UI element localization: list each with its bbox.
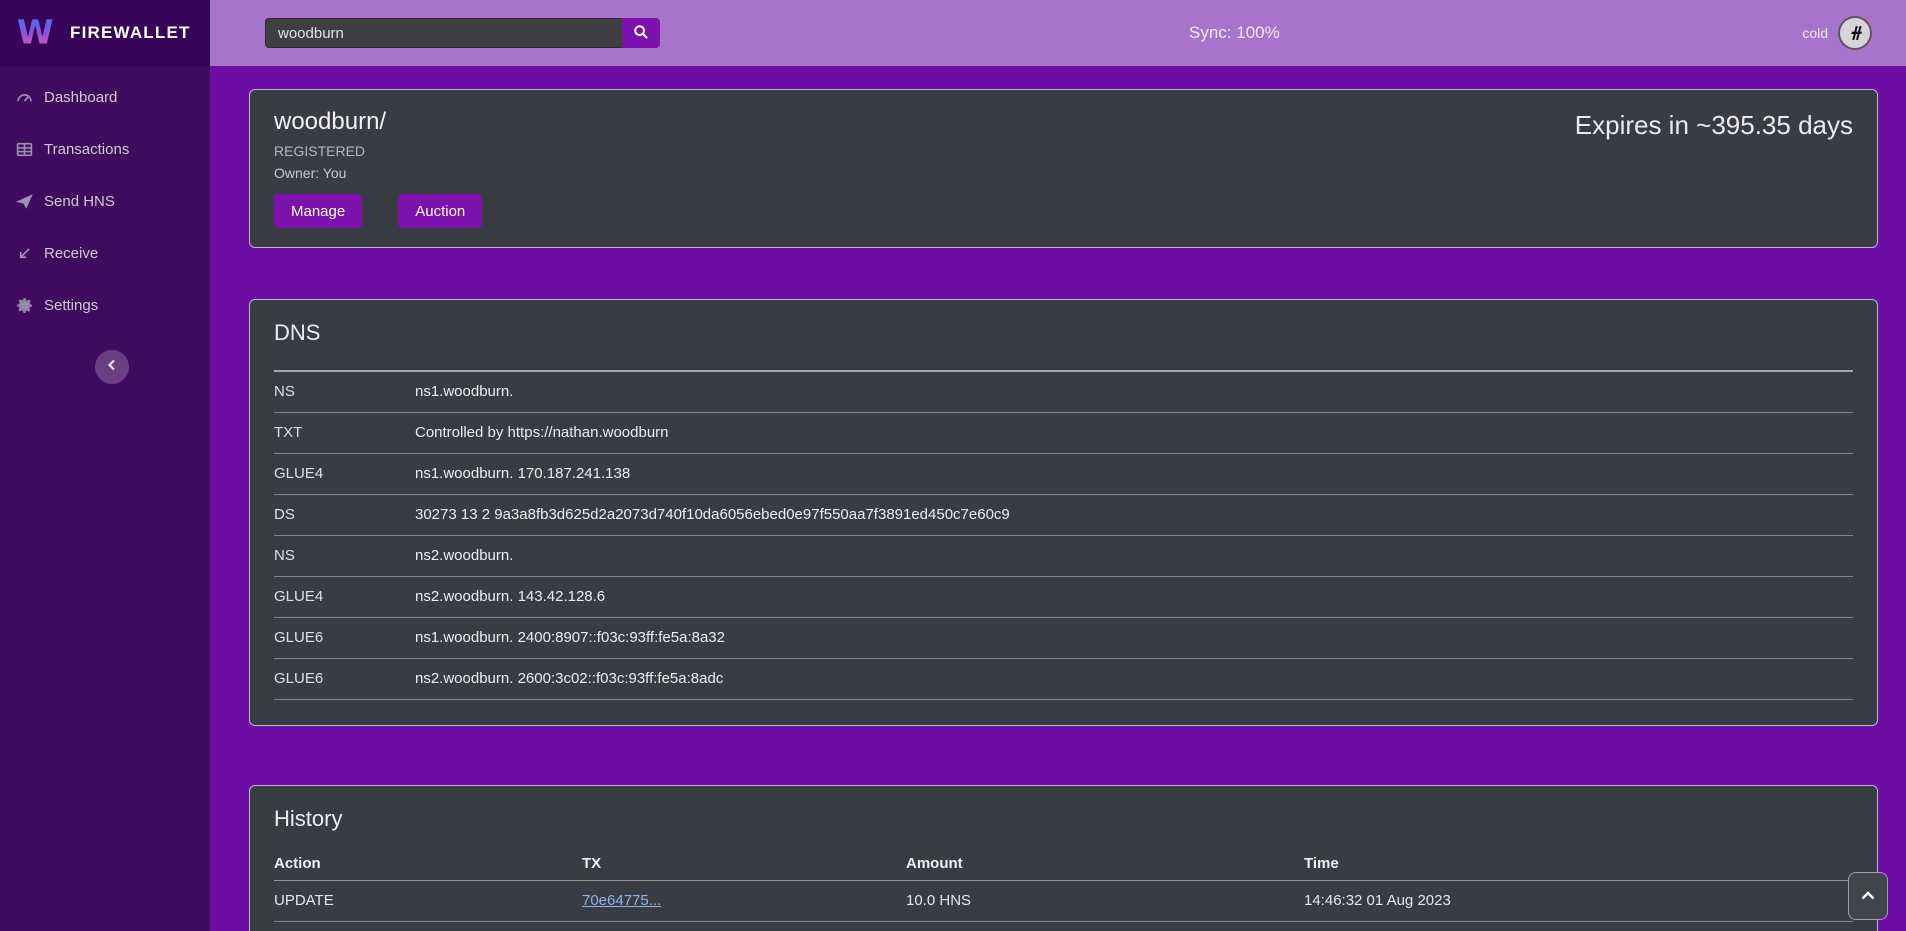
sync-status: Sync: 100% — [1189, 23, 1280, 43]
dns-record-type: GLUE4 — [274, 576, 415, 617]
history-table: Action TX Amount Time UPDATE 70e64775...… — [274, 848, 1853, 931]
history-col-tx: TX — [582, 848, 906, 880]
wallet-name: cold — [1802, 25, 1828, 41]
history-row: UPDATE 70e64775... 10.0 HNS 14:46:32 01 … — [274, 880, 1853, 921]
chevron-up-icon — [1861, 889, 1875, 904]
sidebar-nav: Dashboard Transactions Send HNS — [0, 66, 210, 327]
search-button[interactable] — [622, 18, 660, 48]
main-area: Sync: 100% cold woodburn/ REGISTERED Own… — [210, 0, 1906, 931]
topbar: Sync: 100% cold — [210, 0, 1906, 66]
sidebar-item-label: Transactions — [44, 141, 129, 158]
history-header-row: Action TX Amount Time — [274, 848, 1853, 880]
chevron-left-icon — [106, 358, 118, 376]
history-col-time: Time — [1304, 848, 1853, 880]
dns-record-row: TXT Controlled by https://nathan.woodbur… — [274, 412, 1853, 453]
svg-text:W: W — [17, 12, 54, 51]
dns-record-value: Controlled by https://nathan.woodburn — [415, 412, 1853, 453]
history-action: RENEW — [274, 921, 582, 931]
dns-record-type: GLUE6 — [274, 658, 415, 699]
domain-status: REGISTERED — [274, 143, 1853, 159]
table-icon — [16, 141, 33, 158]
dns-record-row: GLUE4 ns2.woodburn. 143.42.128.6 — [274, 576, 1853, 617]
sidebar-item-label: Dashboard — [44, 89, 117, 106]
dns-record-type: GLUE4 — [274, 453, 415, 494]
paper-plane-icon — [16, 193, 33, 210]
dns-record-row: NS ns1.woodburn. — [274, 371, 1853, 412]
dns-table: NS ns1.woodburn. TXT Controlled by https… — [274, 370, 1853, 700]
sidebar-item-dashboard[interactable]: Dashboard — [0, 76, 210, 119]
dns-record-value: ns1.woodburn. — [415, 371, 1853, 412]
domain-actions: Manage Auction — [274, 194, 1853, 228]
firewallet-logo: W — [16, 10, 58, 57]
dns-record-type: NS — [274, 371, 415, 412]
handshake-logo-icon[interactable] — [1838, 16, 1872, 50]
dns-record-type: DS — [274, 494, 415, 535]
history-col-action: Action — [274, 848, 582, 880]
sidebar-item-label: Send HNS — [44, 193, 115, 210]
sidebar-collapse-button[interactable] — [95, 350, 129, 384]
dns-record-row: NS ns2.woodburn. — [274, 535, 1853, 576]
search-input[interactable] — [265, 18, 622, 48]
sidebar-item-settings[interactable]: Settings — [0, 284, 210, 327]
dns-record-value: ns2.woodburn. 2600:3c02::f03c:93ff:fe5a:… — [415, 658, 1853, 699]
manage-button[interactable]: Manage — [274, 194, 362, 228]
tx-link[interactable]: 70e64775... — [582, 892, 661, 909]
domain-expiry: Expires in ~395.35 days — [1575, 110, 1853, 141]
search-icon — [633, 24, 649, 43]
history-row: RENEW 17e8d4... 10.0 HNS 15:47:36 07 Feb… — [274, 921, 1853, 931]
dns-record-type: GLUE6 — [274, 617, 415, 658]
history-time: 14:46:32 01 Aug 2023 — [1304, 880, 1853, 921]
dns-record-value: 30273 13 2 9a3a8fb3d625d2a2073d740f10da6… — [415, 494, 1853, 535]
domain-card: woodburn/ REGISTERED Owner: You Manage A… — [249, 89, 1878, 248]
history-amount: 10.0 HNS — [906, 921, 1304, 931]
history-amount: 10.0 HNS — [906, 880, 1304, 921]
dns-record-value: ns2.woodburn. 143.42.128.6 — [415, 576, 1853, 617]
gauge-icon — [16, 89, 33, 106]
sidebar: W FIREWALLET Dashboard — [0, 0, 210, 931]
sidebar-item-label: Receive — [44, 245, 98, 262]
history-col-amount: Amount — [906, 848, 1304, 880]
scroll-to-top-button[interactable] — [1848, 872, 1888, 920]
sidebar-header: W FIREWALLET — [0, 0, 210, 66]
dns-record-row: GLUE6 ns2.woodburn. 2600:3c02::f03c:93ff… — [274, 658, 1853, 699]
sidebar-item-transactions[interactable]: Transactions — [0, 128, 210, 171]
brand-name: FIREWALLET — [70, 23, 191, 43]
history-action: UPDATE — [274, 880, 582, 921]
dns-record-row: GLUE6 ns1.woodburn. 2400:8907::f03c:93ff… — [274, 617, 1853, 658]
gear-icon — [16, 297, 33, 314]
history-time: 15:47:36 07 Feb 2023 — [1304, 921, 1853, 931]
sidebar-item-receive[interactable]: Receive — [0, 232, 210, 275]
receive-arrow-icon — [16, 245, 33, 262]
dns-record-row: GLUE4 ns1.woodburn. 170.187.241.138 — [274, 453, 1853, 494]
dns-record-row: DS 30273 13 2 9a3a8fb3d625d2a2073d740f10… — [274, 494, 1853, 535]
dns-card: DNS NS ns1.woodburn. TXT Controlled by h… — [249, 299, 1878, 726]
dns-title: DNS — [274, 320, 1853, 346]
domain-owner: Owner: You — [274, 165, 1853, 181]
dns-record-type: NS — [274, 535, 415, 576]
dns-record-value: ns1.woodburn. 170.187.241.138 — [415, 453, 1853, 494]
dns-record-value: ns1.woodburn. 2400:8907::f03c:93ff:fe5a:… — [415, 617, 1853, 658]
dns-record-value: ns2.woodburn. — [415, 535, 1853, 576]
history-title: History — [274, 806, 1853, 832]
wallet-selector[interactable]: cold — [1802, 16, 1872, 50]
history-card: History Action TX Amount Time UPDATE — [249, 785, 1878, 931]
sidebar-item-send-hns[interactable]: Send HNS — [0, 180, 210, 223]
auction-button[interactable]: Auction — [398, 194, 482, 228]
sidebar-item-label: Settings — [44, 297, 98, 314]
search-bar — [265, 18, 660, 48]
content-area: woodburn/ REGISTERED Owner: You Manage A… — [210, 66, 1906, 931]
dns-record-type: TXT — [274, 412, 415, 453]
app-root: W FIREWALLET Dashboard — [0, 0, 1906, 931]
